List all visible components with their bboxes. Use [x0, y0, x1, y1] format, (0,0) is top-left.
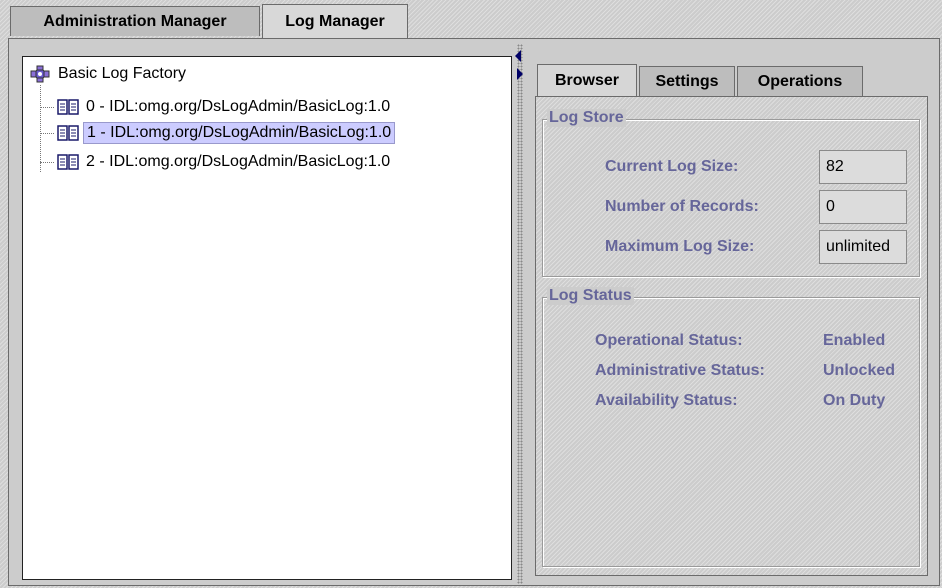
tab-browser[interactable]: Browser — [537, 64, 637, 97]
log-status-group: Log Status Operational Status: Enabled A… — [542, 287, 920, 567]
tab-log-manager[interactable]: Log Manager — [262, 4, 408, 38]
operational-status-value: Enabled — [823, 332, 886, 349]
tree-connector — [40, 85, 41, 172]
administrative-status-label: Administrative Status: — [595, 362, 765, 379]
tree-item-log-1[interactable]: 1 - IDL:omg.org/DsLogAdmin/BasicLog:1.0 — [57, 122, 396, 144]
expand-right-arrow-icon[interactable] — [517, 68, 523, 80]
current-log-size-label: Current Log Size: — [605, 158, 739, 175]
log-factory-icon — [29, 65, 51, 83]
tree-item-log-2[interactable]: 2 - IDL:omg.org/DsLogAdmin/BasicLog:1.0 — [57, 151, 393, 173]
maximum-log-size-label: Maximum Log Size: — [605, 238, 755, 255]
tree-item-label: 2 - IDL:omg.org/DsLogAdmin/BasicLog:1.0 — [86, 153, 391, 170]
book-icon — [57, 99, 79, 115]
maximum-log-size-field: unlimited — [819, 230, 907, 264]
availability-status-label: Availability Status: — [595, 392, 738, 409]
tree-item-label: 0 - IDL:omg.org/DsLogAdmin/BasicLog:1.0 — [86, 98, 391, 115]
log-store-title: Log Store — [547, 109, 626, 127]
tab-operations[interactable]: Operations — [737, 66, 863, 96]
book-icon — [57, 125, 79, 141]
tree-item-label: 1 - IDL:omg.org/DsLogAdmin/BasicLog:1.0 — [83, 122, 396, 144]
availability-status-value: On Duty — [823, 392, 886, 409]
tree-connector — [40, 107, 54, 108]
tree-root-node[interactable]: Basic Log Factory — [29, 63, 189, 85]
split-pane-divider[interactable] — [517, 44, 523, 584]
browser-tab-content: Log Store Current Log Size: 82 Number of… — [535, 96, 928, 576]
collapse-left-arrow-icon[interactable] — [515, 50, 521, 62]
log-status-title: Log Status — [547, 287, 634, 305]
tree-connector — [40, 162, 54, 163]
log-store-group: Log Store Current Log Size: 82 Number of… — [542, 109, 920, 277]
tab-settings[interactable]: Settings — [639, 66, 735, 96]
log-tree[interactable]: Basic Log Factory 0 - IDL:omg.org/DsLogA… — [22, 56, 512, 580]
administrative-status-value: Unlocked — [823, 362, 896, 379]
tree-connector — [40, 133, 54, 134]
operational-status-label: Operational Status: — [595, 332, 743, 349]
number-of-records-field: 0 — [819, 190, 907, 224]
book-icon — [57, 154, 79, 170]
tree-root-label: Basic Log Factory — [58, 65, 187, 82]
current-log-size-field: 82 — [819, 150, 907, 184]
number-of-records-label: Number of Records: — [605, 198, 759, 215]
tree-item-log-0[interactable]: 0 - IDL:omg.org/DsLogAdmin/BasicLog:1.0 — [57, 96, 393, 118]
tab-administration-manager[interactable]: Administration Manager — [10, 6, 260, 36]
